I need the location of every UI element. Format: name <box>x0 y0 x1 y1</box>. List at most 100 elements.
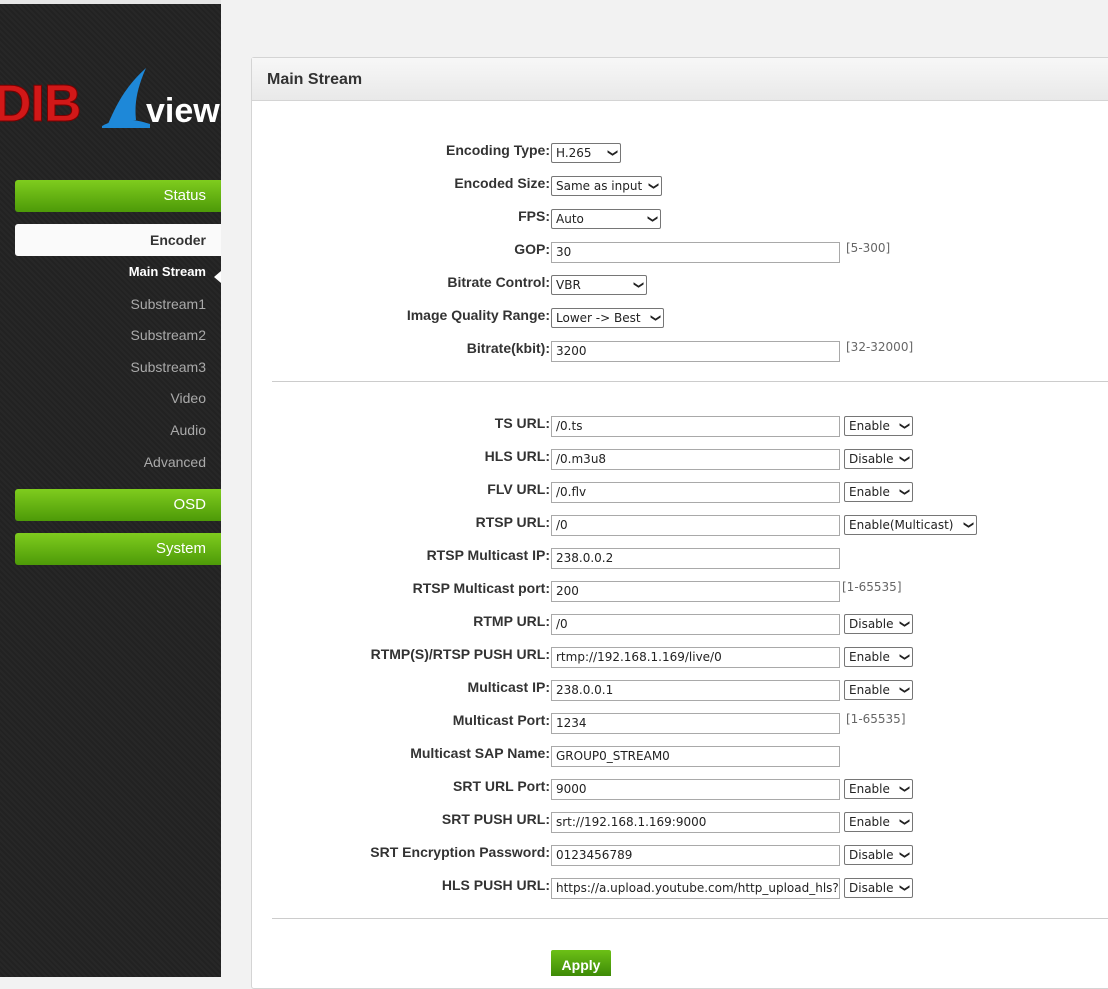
submenu-video[interactable]: Video <box>0 389 206 407</box>
encoding-type-label: Encoding Type: <box>446 142 550 158</box>
ts-url-label: TS URL: <box>494 415 550 431</box>
rtsp-url-state-value: Enable(Multicast) <box>849 518 954 532</box>
srt-url-port-state-select[interactable]: Enable ❯ <box>844 779 913 799</box>
rtmp-url-input[interactable]: /0 <box>551 614 840 635</box>
srt-push-url-row: SRT PUSH URL: srt://192.168.1.169:9000 E… <box>252 811 1108 833</box>
hls-push-url-state-value: Disable <box>849 881 894 895</box>
srt-encryption-password-state-select[interactable]: Disable ❯ <box>844 845 913 865</box>
srt-encryption-password-state-value: Disable <box>849 848 894 862</box>
submenu-substream1[interactable]: Substream1 <box>0 295 206 313</box>
rtmp-url-row: RTMP URL: /0 Disable ❯ <box>252 613 1108 635</box>
rtmp-url-state-select[interactable]: Disable ❯ <box>844 614 913 634</box>
gop-range-hint: [5-300] <box>846 241 891 255</box>
rtsp-url-row: RTSP URL: /0 Enable(Multicast) ❯ <box>252 514 1108 536</box>
rtsp-multicast-port-row: RTSP Multicast port: 200 [1-65535] <box>252 580 1108 602</box>
srt-push-url-input[interactable]: srt://192.168.1.169:9000 <box>551 812 840 833</box>
rtsp-multicast-ip-input[interactable]: 238.0.0.2 <box>551 548 840 569</box>
chevron-down-icon: ❯ <box>646 214 658 224</box>
encoded-size-select[interactable]: Same as input ❯ <box>551 176 662 196</box>
rtmp-push-url-row: RTMP(S)/RTSP PUSH URL: rtmp://192.168.1.… <box>252 646 1108 668</box>
rtsp-url-label: RTSP URL: <box>475 514 550 530</box>
section-divider <box>272 918 1108 919</box>
srt-url-port-label: SRT URL Port: <box>453 778 550 794</box>
multicast-ip-input[interactable]: 238.0.0.1 <box>551 680 840 701</box>
rtmp-push-url-state-select[interactable]: Enable ❯ <box>844 647 913 667</box>
rtmp-push-url-input[interactable]: rtmp://192.168.1.169/live/0 <box>551 647 840 668</box>
encoding-type-select[interactable]: H.265 ❯ <box>551 143 621 163</box>
chevron-down-icon: ❯ <box>962 520 974 530</box>
flv-url-input[interactable]: /0.flv <box>551 482 840 503</box>
fps-value: Auto <box>556 212 584 226</box>
menu-system-button[interactable]: System <box>15 533 221 565</box>
bitrate-input[interactable]: 3200 <box>551 341 840 362</box>
gop-row: GOP: 30 [5-300] <box>252 241 1108 263</box>
srt-url-port-input[interactable]: 9000 <box>551 779 840 800</box>
apply-button[interactable]: Apply <box>551 950 611 976</box>
panel-title: Main Stream <box>267 71 363 88</box>
multicast-ip-state-select[interactable]: Enable ❯ <box>844 680 913 700</box>
rtsp-multicast-port-input[interactable]: 200 <box>551 581 840 602</box>
rtmp-url-label: RTMP URL: <box>473 613 550 629</box>
chevron-down-icon: ❯ <box>898 883 910 893</box>
encoded-size-label: Encoded Size: <box>454 175 550 191</box>
menu-encoder-button[interactable]: Encoder <box>15 224 221 256</box>
multicast-sap-name-input[interactable]: GROUP0_STREAM0 <box>551 746 840 767</box>
chevron-down-icon: ❯ <box>606 148 618 158</box>
hls-push-url-row: HLS PUSH URL: https://a.upload.youtube.c… <box>252 877 1108 899</box>
hls-url-state-value: Disable <box>849 452 894 466</box>
srt-push-url-label: SRT PUSH URL: <box>441 811 550 827</box>
encoding-type-row: Encoding Type: H.265 ❯ <box>252 142 1108 164</box>
multicast-ip-row: Multicast IP: 238.0.0.1 Enable ❯ <box>252 679 1108 701</box>
menu-osd-button[interactable]: OSD <box>15 489 221 521</box>
rtsp-multicast-port-hint: [1-65535] <box>842 580 902 594</box>
multicast-port-hint: [1-65535] <box>846 712 906 726</box>
rtsp-multicast-ip-row: RTSP Multicast IP: 238.0.0.2 <box>252 547 1108 569</box>
hls-url-state-select[interactable]: Disable ❯ <box>844 449 913 469</box>
hls-push-url-label: HLS PUSH URL: <box>441 877 550 893</box>
rtsp-url-state-select[interactable]: Enable(Multicast) ❯ <box>844 515 977 535</box>
submenu-advanced[interactable]: Advanced <box>0 453 206 471</box>
menu-status-button[interactable]: Status <box>15 180 221 212</box>
gop-input[interactable]: 30 <box>551 242 840 263</box>
submenu-substream2[interactable]: Substream2 <box>0 326 206 344</box>
image-quality-range-value: Lower -> Best <box>556 311 641 325</box>
ts-url-state-select[interactable]: Enable ❯ <box>844 416 913 436</box>
submenu-audio[interactable]: Audio <box>0 421 206 439</box>
submenu-substream3[interactable]: Substream3 <box>0 358 206 376</box>
hls-push-url-state-select[interactable]: Disable ❯ <box>844 878 913 898</box>
bitrate-row: Bitrate(kbit): 3200 [32-32000] <box>252 340 1108 362</box>
chevron-down-icon: ❯ <box>898 685 910 695</box>
chevron-down-icon: ❯ <box>898 421 910 431</box>
flv-url-row: FLV URL: /0.flv Enable ❯ <box>252 481 1108 503</box>
flv-url-label: FLV URL: <box>487 481 550 497</box>
srt-encryption-password-input[interactable]: 0123456789 <box>551 845 840 866</box>
multicast-sap-name-label: Multicast SAP Name: <box>410 745 550 761</box>
encoded-size-value: Same as input <box>556 179 643 193</box>
hls-push-url-input[interactable]: https://a.upload.youtube.com/http_upload… <box>551 878 840 899</box>
srt-url-port-state-value: Enable <box>849 782 890 796</box>
srt-push-url-state-select[interactable]: Enable ❯ <box>844 812 913 832</box>
rtsp-multicast-port-label: RTSP Multicast port: <box>412 580 550 596</box>
rtsp-url-input[interactable]: /0 <box>551 515 840 536</box>
chevron-down-icon: ❯ <box>898 652 910 662</box>
chevron-down-icon: ❯ <box>632 280 644 290</box>
srt-encryption-password-label: SRT Encryption Password: <box>370 844 550 860</box>
gop-label: GOP: <box>514 241 550 257</box>
multicast-port-input[interactable]: 1234 <box>551 713 840 734</box>
chevron-down-icon: ❯ <box>898 619 910 629</box>
image-quality-range-label: Image Quality Range: <box>406 307 550 323</box>
image-quality-range-select[interactable]: Lower -> Best ❯ <box>551 308 664 328</box>
panel-header: Main Stream <box>252 58 1108 101</box>
bitrate-control-select[interactable]: VBR ❯ <box>551 275 647 295</box>
hls-url-input[interactable]: /0.m3u8 <box>551 449 840 470</box>
ts-url-input[interactable]: /0.ts <box>551 416 840 437</box>
logo-view-text: view <box>146 92 220 130</box>
chevron-down-icon: ❯ <box>898 487 910 497</box>
image-quality-range-row: Image Quality Range: Lower -> Best ❯ <box>252 307 1108 329</box>
bitrate-range-hint: [32-32000] <box>846 340 914 354</box>
fps-select[interactable]: Auto ❯ <box>551 209 661 229</box>
submenu-main-stream[interactable]: Main Stream <box>0 263 206 281</box>
sidebar: DIB view Status Encoder Main Stream Subs… <box>0 0 221 977</box>
flv-url-state-select[interactable]: Enable ❯ <box>844 482 913 502</box>
rtmp-url-state-value: Disable <box>849 617 894 631</box>
